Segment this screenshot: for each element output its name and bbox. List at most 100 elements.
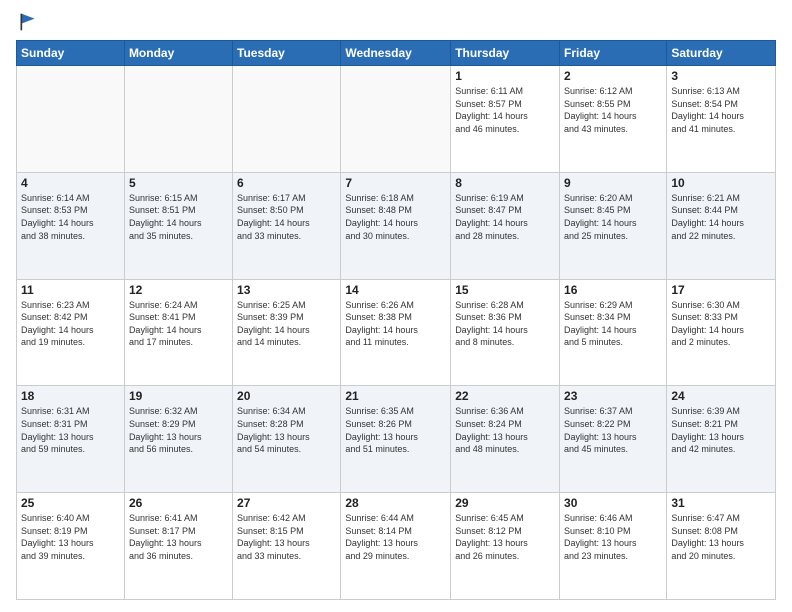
calendar-cell: 30 Sunrise: 6:46 AM Sunset: 8:10 PM Dayli… xyxy=(560,493,667,600)
day-number: 28 xyxy=(345,496,446,510)
day-info: Sunrise: 6:30 AM Sunset: 8:33 PM Dayligh… xyxy=(671,299,771,349)
day-number: 9 xyxy=(564,176,662,190)
day-info: Sunrise: 6:44 AM Sunset: 8:14 PM Dayligh… xyxy=(345,512,446,562)
day-number: 12 xyxy=(129,283,228,297)
calendar-cell xyxy=(124,66,232,173)
day-number: 3 xyxy=(671,69,771,83)
day-info: Sunrise: 6:31 AM Sunset: 8:31 PM Dayligh… xyxy=(21,405,120,455)
calendar-cell xyxy=(17,66,125,173)
calendar-week-row: 25 Sunrise: 6:40 AM Sunset: 8:19 PM Dayli… xyxy=(17,493,776,600)
col-header-monday: Monday xyxy=(124,41,232,66)
calendar-cell: 3 Sunrise: 6:13 AM Sunset: 8:54 PM Daylig… xyxy=(667,66,776,173)
day-number: 17 xyxy=(671,283,771,297)
calendar-header-row: SundayMondayTuesdayWednesdayThursdayFrid… xyxy=(17,41,776,66)
logo xyxy=(16,12,38,32)
day-number: 27 xyxy=(237,496,336,510)
calendar-cell: 28 Sunrise: 6:44 AM Sunset: 8:14 PM Dayli… xyxy=(341,493,451,600)
day-info: Sunrise: 6:41 AM Sunset: 8:17 PM Dayligh… xyxy=(129,512,228,562)
calendar-cell: 14 Sunrise: 6:26 AM Sunset: 8:38 PM Dayli… xyxy=(341,279,451,386)
day-number: 29 xyxy=(455,496,555,510)
calendar-cell: 11 Sunrise: 6:23 AM Sunset: 8:42 PM Dayli… xyxy=(17,279,125,386)
day-info: Sunrise: 6:46 AM Sunset: 8:10 PM Dayligh… xyxy=(564,512,662,562)
header xyxy=(16,12,776,32)
calendar-week-row: 18Sunrise: 6:31 AM Sunset: 8:31 PM Dayli… xyxy=(17,386,776,493)
day-info: Sunrise: 6:37 AM Sunset: 8:22 PM Dayligh… xyxy=(564,405,662,455)
day-number: 11 xyxy=(21,283,120,297)
day-info: Sunrise: 6:36 AM Sunset: 8:24 PM Dayligh… xyxy=(455,405,555,455)
col-header-thursday: Thursday xyxy=(451,41,560,66)
day-info: Sunrise: 6:13 AM Sunset: 8:54 PM Dayligh… xyxy=(671,85,771,135)
calendar-cell: 8Sunrise: 6:19 AM Sunset: 8:47 PM Daylig… xyxy=(451,172,560,279)
calendar-cell: 19Sunrise: 6:32 AM Sunset: 8:29 PM Dayli… xyxy=(124,386,232,493)
day-info: Sunrise: 6:24 AM Sunset: 8:41 PM Dayligh… xyxy=(129,299,228,349)
day-number: 24 xyxy=(671,389,771,403)
calendar-cell: 29 Sunrise: 6:45 AM Sunset: 8:12 PM Dayli… xyxy=(451,493,560,600)
day-number: 10 xyxy=(671,176,771,190)
day-info: Sunrise: 6:18 AM Sunset: 8:48 PM Dayligh… xyxy=(345,192,446,242)
day-number: 8 xyxy=(455,176,555,190)
col-header-sunday: Sunday xyxy=(17,41,125,66)
calendar-cell: 10Sunrise: 6:21 AM Sunset: 8:44 PM Dayli… xyxy=(667,172,776,279)
day-info: Sunrise: 6:32 AM Sunset: 8:29 PM Dayligh… xyxy=(129,405,228,455)
calendar-cell: 9Sunrise: 6:20 AM Sunset: 8:45 PM Daylig… xyxy=(560,172,667,279)
day-number: 23 xyxy=(564,389,662,403)
day-number: 14 xyxy=(345,283,446,297)
calendar-cell: 18Sunrise: 6:31 AM Sunset: 8:31 PM Dayli… xyxy=(17,386,125,493)
calendar-cell: 27 Sunrise: 6:42 AM Sunset: 8:15 PM Dayli… xyxy=(233,493,341,600)
calendar-cell: 5 Sunrise: 6:15 AM Sunset: 8:51 PM Daylig… xyxy=(124,172,232,279)
day-number: 7 xyxy=(345,176,446,190)
day-number: 6 xyxy=(237,176,336,190)
day-number: 25 xyxy=(21,496,120,510)
calendar-cell xyxy=(341,66,451,173)
day-info: Sunrise: 6:14 AM Sunset: 8:53 PM Dayligh… xyxy=(21,192,120,242)
calendar-cell: 26 Sunrise: 6:41 AM Sunset: 8:17 PM Dayli… xyxy=(124,493,232,600)
calendar-cell: 12 Sunrise: 6:24 AM Sunset: 8:41 PM Dayli… xyxy=(124,279,232,386)
day-number: 1 xyxy=(455,69,555,83)
calendar-cell: 21Sunrise: 6:35 AM Sunset: 8:26 PM Dayli… xyxy=(341,386,451,493)
day-info: Sunrise: 6:42 AM Sunset: 8:15 PM Dayligh… xyxy=(237,512,336,562)
day-number: 13 xyxy=(237,283,336,297)
calendar-cell: 13 Sunrise: 6:25 AM Sunset: 8:39 PM Dayli… xyxy=(233,279,341,386)
calendar-table: SundayMondayTuesdayWednesdayThursdayFrid… xyxy=(16,40,776,600)
calendar-cell xyxy=(233,66,341,173)
day-info: Sunrise: 6:23 AM Sunset: 8:42 PM Dayligh… xyxy=(21,299,120,349)
calendar-cell: 4 Sunrise: 6:14 AM Sunset: 8:53 PM Daylig… xyxy=(17,172,125,279)
calendar-cell: 1 Sunrise: 6:11 AM Sunset: 8:57 PM Daylig… xyxy=(451,66,560,173)
logo-flag-icon xyxy=(18,12,38,32)
day-number: 2 xyxy=(564,69,662,83)
day-info: Sunrise: 6:29 AM Sunset: 8:34 PM Dayligh… xyxy=(564,299,662,349)
day-info: Sunrise: 6:39 AM Sunset: 8:21 PM Dayligh… xyxy=(671,405,771,455)
day-info: Sunrise: 6:35 AM Sunset: 8:26 PM Dayligh… xyxy=(345,405,446,455)
day-info: Sunrise: 6:45 AM Sunset: 8:12 PM Dayligh… xyxy=(455,512,555,562)
calendar-cell: 31Sunrise: 6:47 AM Sunset: 8:08 PM Dayli… xyxy=(667,493,776,600)
calendar-cell: 20 Sunrise: 6:34 AM Sunset: 8:28 PM Dayli… xyxy=(233,386,341,493)
calendar-cell: 24 Sunrise: 6:39 AM Sunset: 8:21 PM Dayli… xyxy=(667,386,776,493)
page: SundayMondayTuesdayWednesdayThursdayFrid… xyxy=(0,0,792,612)
day-number: 20 xyxy=(237,389,336,403)
calendar-week-row: 11 Sunrise: 6:23 AM Sunset: 8:42 PM Dayli… xyxy=(17,279,776,386)
day-number: 4 xyxy=(21,176,120,190)
day-number: 22 xyxy=(455,389,555,403)
day-info: Sunrise: 6:12 AM Sunset: 8:55 PM Dayligh… xyxy=(564,85,662,135)
calendar-cell: 25 Sunrise: 6:40 AM Sunset: 8:19 PM Dayli… xyxy=(17,493,125,600)
day-number: 15 xyxy=(455,283,555,297)
day-number: 16 xyxy=(564,283,662,297)
day-info: Sunrise: 6:11 AM Sunset: 8:57 PM Dayligh… xyxy=(455,85,555,135)
calendar-cell: 15Sunrise: 6:28 AM Sunset: 8:36 PM Dayli… xyxy=(451,279,560,386)
day-number: 26 xyxy=(129,496,228,510)
day-info: Sunrise: 6:26 AM Sunset: 8:38 PM Dayligh… xyxy=(345,299,446,349)
calendar-cell: 7 Sunrise: 6:18 AM Sunset: 8:48 PM Daylig… xyxy=(341,172,451,279)
col-header-wednesday: Wednesday xyxy=(341,41,451,66)
calendar-cell: 17 Sunrise: 6:30 AM Sunset: 8:33 PM Dayli… xyxy=(667,279,776,386)
day-number: 5 xyxy=(129,176,228,190)
day-info: Sunrise: 6:40 AM Sunset: 8:19 PM Dayligh… xyxy=(21,512,120,562)
day-info: Sunrise: 6:17 AM Sunset: 8:50 PM Dayligh… xyxy=(237,192,336,242)
calendar-week-row: 4 Sunrise: 6:14 AM Sunset: 8:53 PM Daylig… xyxy=(17,172,776,279)
day-number: 30 xyxy=(564,496,662,510)
calendar-cell: 16 Sunrise: 6:29 AM Sunset: 8:34 PM Dayli… xyxy=(560,279,667,386)
day-info: Sunrise: 6:15 AM Sunset: 8:51 PM Dayligh… xyxy=(129,192,228,242)
day-info: Sunrise: 6:25 AM Sunset: 8:39 PM Dayligh… xyxy=(237,299,336,349)
col-header-friday: Friday xyxy=(560,41,667,66)
col-header-tuesday: Tuesday xyxy=(233,41,341,66)
day-info: Sunrise: 6:34 AM Sunset: 8:28 PM Dayligh… xyxy=(237,405,336,455)
